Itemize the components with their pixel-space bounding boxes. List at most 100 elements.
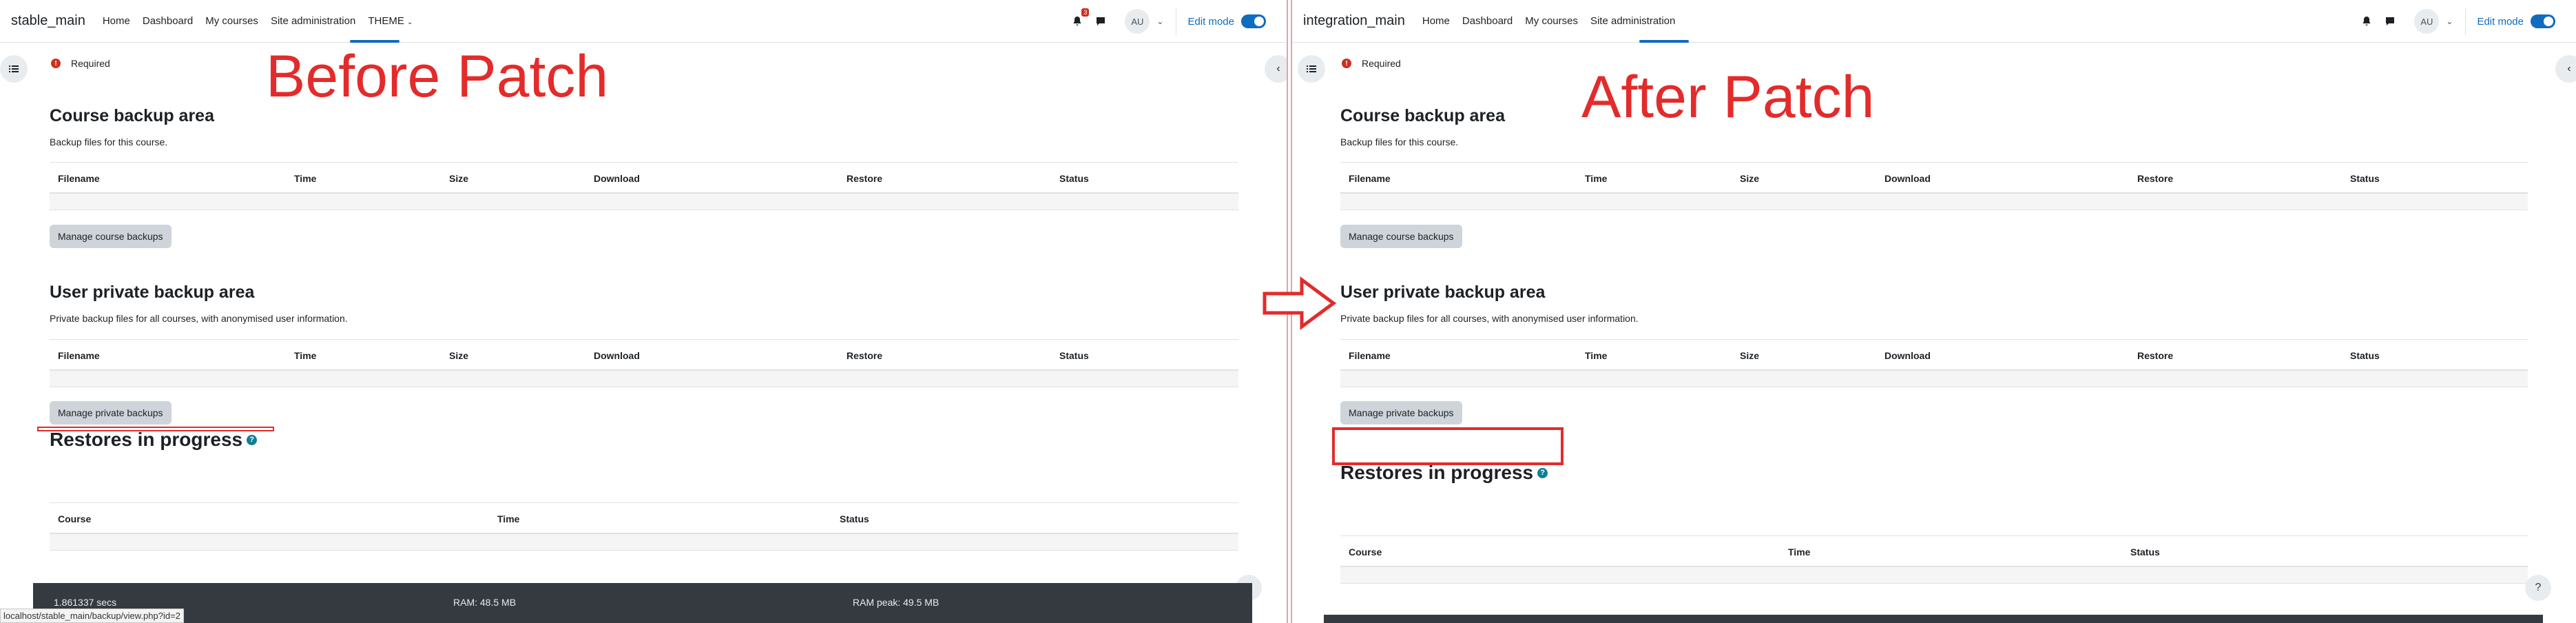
col-restore: Restore <box>846 350 883 361</box>
col-download: Download <box>1884 350 1931 361</box>
chevron-down-icon[interactable]: ⌄ <box>1156 17 1163 26</box>
nav-dashboard[interactable]: Dashboard <box>143 15 193 27</box>
restores-heading-label: Restores in progress <box>50 429 243 450</box>
col-restore: Restore <box>846 173 883 184</box>
nav-active-indicator <box>1639 40 1689 43</box>
help-icon[interactable]: ? <box>1537 467 1548 478</box>
user-backup-heading: User private backup area <box>1340 283 1546 302</box>
table-row <box>50 534 1238 551</box>
edit-mode-toggle[interactable] <box>2531 14 2555 28</box>
manage-course-backups-button[interactable]: Manage course backups <box>50 225 172 248</box>
col-filename: Filename <box>1349 350 1391 361</box>
block-drawer-toggle[interactable]: ‹ <box>2555 55 2576 83</box>
col-restore: Restore <box>2137 350 2174 361</box>
site-brand[interactable]: stable_main <box>11 13 85 29</box>
course-index-toggle[interactable] <box>0 55 28 83</box>
chevron-left-icon: ‹ <box>1276 63 1280 74</box>
col-filename: Filename <box>1349 173 1391 184</box>
required-note: ! Required <box>1342 58 1401 69</box>
col-time: Time <box>1585 350 1608 361</box>
messages-icon[interactable] <box>2382 14 2398 29</box>
annotation-arrow-icon <box>1263 276 1337 330</box>
help-icon[interactable]: ? <box>247 434 258 445</box>
chevron-down-icon[interactable]: ⌄ <box>2446 17 2453 26</box>
col-size: Size <box>449 350 469 361</box>
block-drawer-toggle[interactable]: ‹ <box>1265 55 1287 83</box>
browser-status-url: localhost/stable_main/backup/view.php?id… <box>0 609 184 623</box>
navbar-divider <box>2465 8 2466 35</box>
footer-secs: 1.861337 secs <box>54 597 117 608</box>
annotation-box <box>1332 427 1564 465</box>
required-label: Required <box>71 58 110 69</box>
notifications-bell-icon[interactable] <box>2359 14 2374 29</box>
col-status: Status <box>1059 173 1089 184</box>
required-icon: ! <box>51 59 61 68</box>
navbar-right: AU ⌄ Edit mode <box>2355 0 2555 43</box>
table-header: Filename Time Size Download Restore Stat… <box>1340 162 2528 194</box>
manage-private-backups-button[interactable]: Manage private backups <box>50 401 172 425</box>
user-backup-description: Private backup files for all courses, wi… <box>50 313 348 324</box>
col-time: Time <box>1788 547 1811 558</box>
manage-private-backups-button[interactable]: Manage private backups <box>1340 401 1462 425</box>
site-brand[interactable]: integration_main <box>1303 13 1405 29</box>
list-icon <box>9 65 19 72</box>
restores-heading: Restores in progress ? <box>50 429 258 451</box>
nav-dashboard[interactable]: Dashboard <box>1462 15 1513 27</box>
before-patch-panel: stable_main Home Dashboard My courses Si… <box>0 0 1287 623</box>
edit-mode-toggle[interactable] <box>1241 14 1266 28</box>
chevron-left-icon: ‹ <box>2567 63 2571 74</box>
table-row <box>1340 194 2528 210</box>
notifications-bell-icon[interactable]: 3 <box>1070 8 1090 29</box>
footer-ram: RAM: 48.5 MB <box>453 597 517 608</box>
avatar[interactable]: AU <box>2414 9 2440 34</box>
course-backup-table: Filename Time Size Download Restore Stat… <box>1340 162 2528 210</box>
edit-mode-label: Edit mode <box>1187 15 1234 28</box>
table-row <box>1340 567 2528 584</box>
footer-ram-peak: RAM peak: 49.5 MB <box>853 597 939 608</box>
user-backup-table: Filename Time Size Download Restore Stat… <box>50 339 1238 387</box>
manage-course-backups-button[interactable]: Manage course backups <box>1340 225 1462 248</box>
after-patch-annotation: After Patch <box>1581 64 1875 130</box>
course-backup-heading: Course backup area <box>1340 106 1505 125</box>
messages-icon[interactable] <box>1093 14 1108 29</box>
required-label: Required <box>1362 58 1401 69</box>
help-button[interactable]: ? <box>2525 575 2551 601</box>
nav-home[interactable]: Home <box>1422 15 1450 27</box>
performance-footer: 1.861337 secs RAM: 48.5 MB RAM peak: 49.… <box>33 583 1252 623</box>
table-row <box>50 194 1238 210</box>
required-note: ! Required <box>51 58 110 69</box>
nav-site-administration[interactable]: Site administration <box>1590 15 1675 27</box>
course-backup-heading: Course backup area <box>50 106 214 125</box>
navbar: stable_main Home Dashboard My courses Si… <box>0 0 1287 43</box>
avatar[interactable]: AU <box>1125 9 1150 34</box>
course-backup-description: Backup files for this course. <box>50 136 168 147</box>
nav-theme-dropdown[interactable]: THEME ⌄ <box>368 15 413 27</box>
col-status: Status <box>2350 350 2380 361</box>
col-size: Size <box>1740 350 1760 361</box>
table-header: Course Time Status <box>1340 535 2528 567</box>
col-status: Status <box>1059 350 1089 361</box>
notification-badge: 3 <box>1081 8 1090 17</box>
course-backup-table: Filename Time Size Download Restore Stat… <box>50 162 1238 210</box>
col-time: Time <box>294 350 317 361</box>
nav-home[interactable]: Home <box>103 15 130 27</box>
col-size: Size <box>1740 173 1760 184</box>
restores-table: Course Time Status <box>1340 535 2528 584</box>
table-header: Filename Time Size Download Restore Stat… <box>50 339 1238 371</box>
nav-my-courses[interactable]: My courses <box>1525 15 1578 27</box>
table-header: Filename Time Size Download Restore Stat… <box>50 162 1238 194</box>
table-header: Filename Time Size Download Restore Stat… <box>1340 339 2528 371</box>
col-restore: Restore <box>2137 173 2174 184</box>
performance-footer <box>1324 615 2543 623</box>
course-index-toggle[interactable] <box>1298 55 1325 83</box>
col-time: Time <box>1585 173 1608 184</box>
user-backup-description: Private backup files for all courses, wi… <box>1340 313 1639 324</box>
nav-theme-label: THEME <box>368 15 404 27</box>
nav-my-courses[interactable]: My courses <box>205 15 258 27</box>
restores-table: Course Time Status <box>50 502 1238 551</box>
col-status: Status <box>2350 173 2380 184</box>
user-backup-table: Filename Time Size Download Restore Stat… <box>1340 339 2528 387</box>
restores-heading: Restores in progress ? <box>1340 462 1548 484</box>
nav-site-administration[interactable]: Site administration <box>271 15 355 27</box>
col-filename: Filename <box>58 350 100 361</box>
